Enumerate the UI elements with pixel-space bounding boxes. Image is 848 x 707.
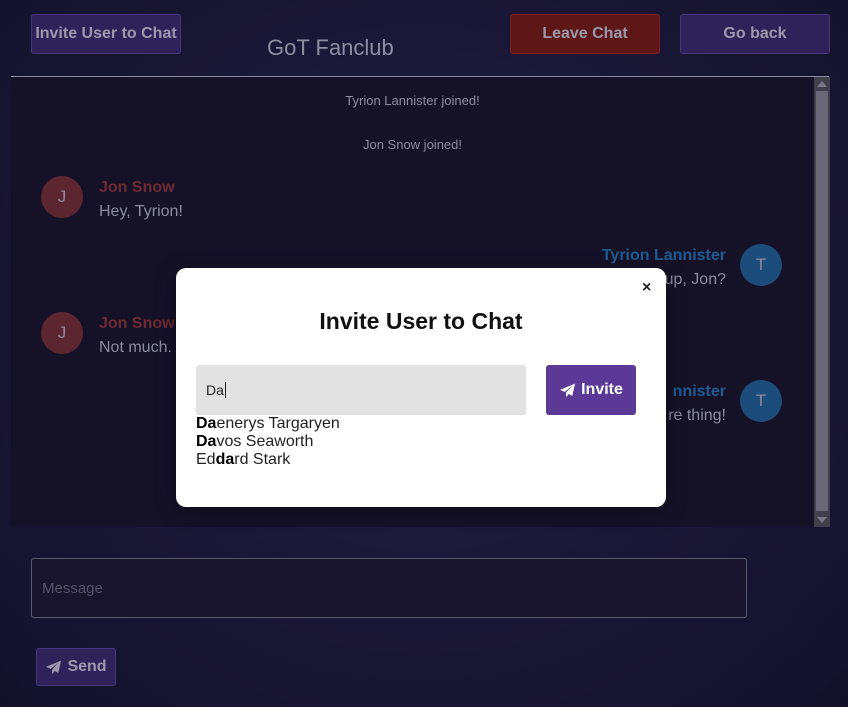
invite-submit-button[interactable]: Invite xyxy=(546,365,636,415)
message-text: Hey, Tyrion! xyxy=(99,203,183,220)
send-label: Send xyxy=(67,658,107,675)
message-sender: nnister xyxy=(672,383,726,400)
suggestion-match: da xyxy=(215,451,235,468)
invite-input-value: Da xyxy=(206,382,224,398)
invite-submit-label: Invite xyxy=(581,381,623,398)
user-suggestions: Daenerys Targaryen Davos Seaworth Eddard… xyxy=(196,415,340,469)
suggestion-item[interactable]: Eddard Stark xyxy=(196,451,340,469)
suggestion-rest: vos Seaworth xyxy=(216,433,314,450)
suggestion-rest: enerys Targaryen xyxy=(216,415,340,432)
chat-scrollbar[interactable] xyxy=(814,77,830,527)
invite-user-button[interactable]: Invite User to Chat xyxy=(31,14,181,54)
invite-modal: × Invite User to Chat Da Invite Daenerys… xyxy=(176,268,666,507)
avatar: J xyxy=(41,312,83,354)
paper-plane-icon xyxy=(46,660,62,674)
suggestion-item[interactable]: Davos Seaworth xyxy=(196,433,340,451)
go-back-button[interactable]: Go back xyxy=(680,14,830,54)
text-caret xyxy=(224,382,226,398)
modal-title: Invite User to Chat xyxy=(319,308,523,334)
suggestion-match: Da xyxy=(196,415,217,432)
message-input[interactable]: Message xyxy=(31,558,747,618)
scroll-down-arrow-icon[interactable] xyxy=(817,517,827,523)
avatar: T xyxy=(740,380,782,422)
paper-plane-icon xyxy=(560,383,576,397)
leave-chat-button[interactable]: Leave Chat xyxy=(510,14,660,54)
system-message: Jon Snow joined! xyxy=(362,137,462,152)
scrollbar-thumb[interactable] xyxy=(816,91,828,511)
system-message: Tyrion Lannister joined! xyxy=(345,93,480,108)
suggestion-prefix: Ed xyxy=(196,451,216,468)
message-sender: Jon Snow xyxy=(99,179,175,196)
message-text: Not much. xyxy=(99,339,172,356)
send-button[interactable]: Send xyxy=(36,648,116,686)
avatar: J xyxy=(41,176,83,218)
close-icon[interactable]: × xyxy=(642,278,651,298)
avatar: T xyxy=(740,244,782,286)
message-text: re thing! xyxy=(668,407,726,424)
suggestion-match: Da xyxy=(196,433,217,450)
suggestion-rest: rd Stark xyxy=(234,451,291,468)
message-sender: Jon Snow xyxy=(99,315,175,332)
suggestion-item[interactable]: Daenerys Targaryen xyxy=(196,415,340,433)
scroll-up-arrow-icon[interactable] xyxy=(817,81,827,87)
page-title: GoT Fanclub xyxy=(267,35,394,60)
message-sender: Tyrion Lannister xyxy=(601,247,726,264)
invite-user-input[interactable]: Da xyxy=(196,365,526,415)
message-text: up, Jon? xyxy=(664,271,726,288)
